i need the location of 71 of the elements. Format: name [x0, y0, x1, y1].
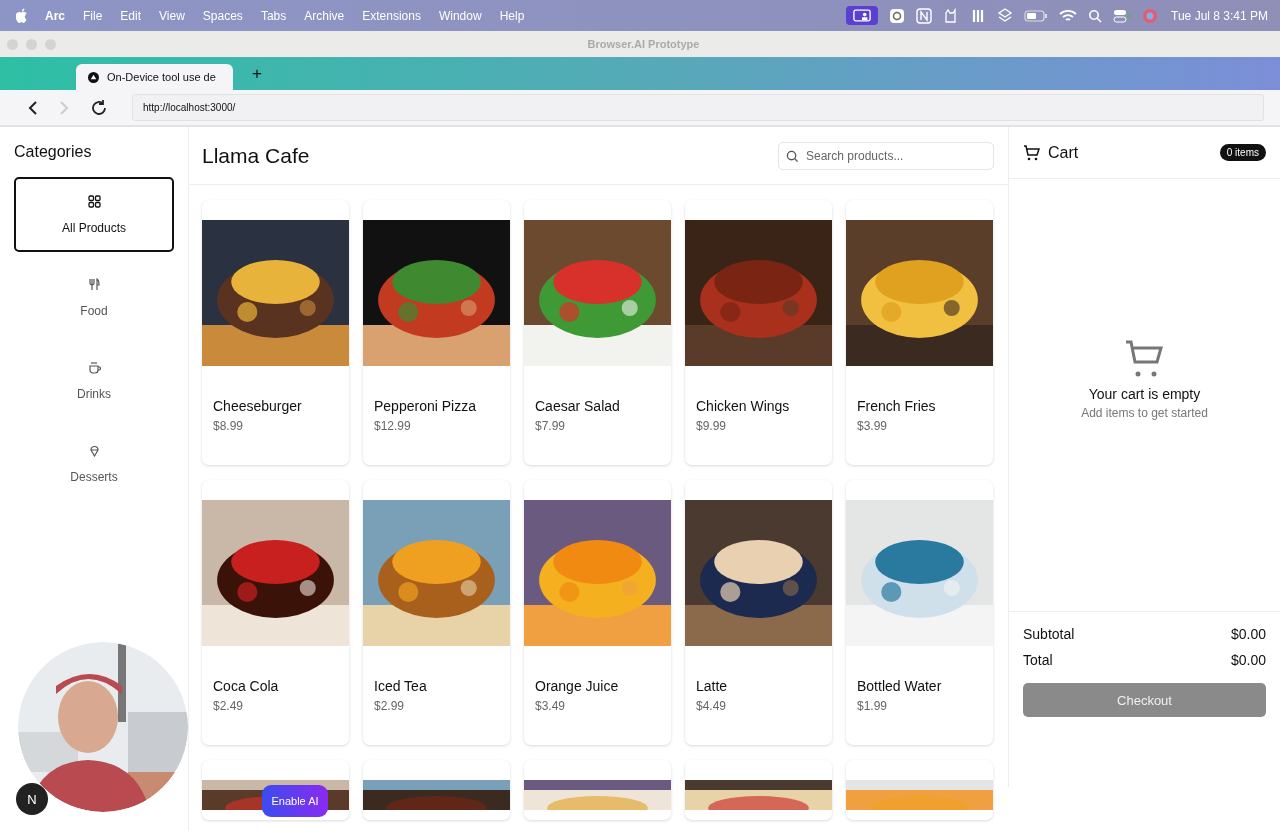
product-card[interactable]: Iced Tea $2.99 — [363, 480, 510, 745]
product-card[interactable]: Chicken Wings $9.99 — [685, 200, 832, 465]
layers-icon[interactable] — [997, 7, 1014, 24]
product-price: $3.49 — [535, 699, 567, 713]
total-value: $0.00 — [1230, 626, 1266, 642]
product-card[interactable]: Cheeseburger $8.99 — [202, 200, 349, 465]
utensils-icon — [87, 277, 101, 291]
product-price: $8.99 — [213, 419, 245, 433]
product-name: Chicken Wings — [696, 398, 791, 414]
reload-icon[interactable] — [90, 98, 108, 117]
total-label: Total — [1023, 652, 1053, 668]
search-icon — [786, 149, 799, 163]
favicon-icon — [88, 71, 99, 83]
page-title: Llama Cafe — [202, 143, 310, 168]
product-card[interactable]: Coca Cola $2.49 — [202, 480, 349, 745]
control-center-icon[interactable] — [1113, 7, 1132, 24]
gear-icon[interactable] — [889, 7, 906, 24]
category-item[interactable]: Food — [14, 260, 174, 335]
search-field[interactable]: Search products... — [778, 141, 994, 170]
product-card[interactable]: Orange Juice $3.49 — [524, 480, 671, 745]
apple-icon[interactable] — [16, 8, 29, 23]
total-label: Subtotal — [1023, 626, 1075, 642]
clock: Tue Jul 8 3:41 PM — [1171, 8, 1268, 23]
cart-icon — [1124, 340, 1165, 378]
product-name: Caesar Salad — [535, 398, 621, 414]
product-name: Latte — [696, 678, 729, 694]
total-value: $0.00 — [1230, 652, 1266, 668]
browser-tab[interactable]: On-Device tool use de — [76, 64, 233, 90]
back-icon[interactable] — [28, 99, 38, 116]
product-price: $4.49 — [696, 699, 728, 713]
item-count-badge: 0 items — [1219, 144, 1266, 161]
product-card[interactable]: Pepperoni Pizza $12.99 — [363, 200, 510, 465]
product-name: Pepperoni Pizza — [374, 398, 477, 414]
product-price: $7.99 — [535, 419, 567, 433]
wifi-icon[interactable] — [1059, 8, 1078, 23]
search-icon[interactable] — [1088, 8, 1103, 23]
product-name: Iced Tea — [374, 678, 428, 694]
product-price: $12.99 — [374, 419, 412, 433]
cup-icon — [87, 360, 101, 374]
cart-icon — [1023, 144, 1040, 161]
product-card[interactable]: French Fries $3.99 — [846, 200, 993, 465]
category-item[interactable]: Drinks — [14, 343, 174, 418]
grid-icon — [87, 194, 101, 208]
product-price: $1.99 — [857, 699, 889, 713]
product-price: $2.99 — [374, 699, 406, 713]
dev-tools-badge[interactable]: N — [16, 783, 48, 815]
product-name: Orange Juice — [535, 678, 620, 694]
new-tab-button[interactable]: + — [252, 63, 262, 84]
category-item[interactable]: All Products — [14, 177, 174, 252]
product-name: French Fries — [857, 398, 937, 414]
ice-cream-icon — [87, 443, 101, 457]
product-price: $2.49 — [213, 699, 245, 713]
product-card[interactable]: Bottled Water $1.99 — [846, 480, 993, 745]
screen-share-icon[interactable] — [846, 6, 879, 25]
battery-icon[interactable] — [1024, 9, 1049, 22]
address-field[interactable]: http://localhost:3000/ — [132, 94, 1264, 121]
product-price: $3.99 — [857, 419, 889, 433]
window-title: Browser.AI Prototype — [587, 38, 701, 50]
product-name: Coca Cola — [213, 678, 280, 694]
product-card[interactable]: Caesar Salad $7.99 — [524, 200, 671, 465]
empty-cart-hint: Add items to get started — [1081, 406, 1208, 420]
product-price: $9.99 — [696, 419, 728, 433]
enable-ai-button[interactable]: Enable AI — [262, 785, 328, 817]
product-name: Bottled Water — [857, 678, 943, 694]
sidebar-title: Categories — [14, 143, 93, 161]
product-name: Cheeseburger — [213, 398, 303, 414]
cart-title: Cart — [1048, 143, 1080, 162]
product-card[interactable]: Latte $4.49 — [685, 480, 832, 745]
empty-cart-title: Your cart is empty — [1088, 386, 1201, 402]
category-item[interactable]: Desserts — [14, 426, 174, 501]
avatar-icon[interactable] — [1142, 7, 1159, 24]
